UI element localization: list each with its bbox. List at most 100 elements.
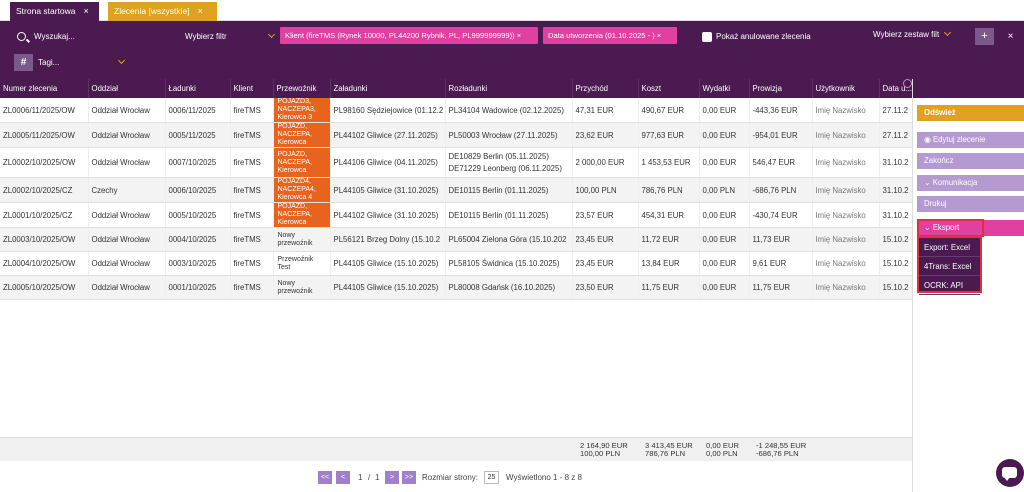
export-highlight [917, 219, 984, 237]
search-icon [17, 32, 26, 42]
loads: 0004/10/2025 [165, 227, 231, 252]
loading: PL44102 Gliwice (27.11.2025) [330, 122, 446, 148]
expenses: 0,00 PLN [699, 177, 750, 203]
expenses: 0,00 EUR [699, 227, 750, 252]
totals-row: 2 164,90 EUR 100,00 PLN 3 413,45 EUR 786,7… [0, 437, 912, 461]
created-date: 15.10.2 [879, 275, 913, 300]
unloading: PL50003 Wrocław (27.11.2025) [445, 122, 573, 148]
export-ocrk-item[interactable]: OCRK: API [919, 276, 980, 295]
next-page-button[interactable]: > [385, 471, 399, 484]
prev-page-button[interactable]: < [336, 471, 350, 484]
revenue: 23,57 EUR [572, 202, 639, 228]
chat-icon[interactable] [996, 459, 1024, 487]
unloading: DE10115 Berlin (01.11.2025) [445, 202, 573, 228]
tab-orders-all[interactable]: Zlecenia [wszystkie] × [108, 2, 217, 21]
checkbox-box[interactable] [702, 32, 712, 42]
gear-icon[interactable] [903, 79, 912, 88]
filter-chip-client[interactable]: Klient (fireTMS (Rynek 10000, PL44200 Ry… [280, 27, 538, 44]
branch: Oddział Wrocław [88, 98, 166, 123]
page-size-input[interactable]: 25 [484, 471, 499, 484]
add-filter-set-button[interactable]: + [975, 28, 994, 45]
expenses: 0,00 EUR [699, 251, 750, 276]
user: Imię Nazwisko [812, 122, 880, 148]
carrier: POJAZD, NACZEPA, Kierowca [273, 122, 331, 148]
first-page-button[interactable]: << [318, 471, 332, 484]
tab-start-page[interactable]: Strona startowa × [10, 2, 99, 21]
show-cancelled-checkbox[interactable]: Pokaż anulowane zlecenia [702, 32, 811, 42]
client: fireTMS [230, 202, 274, 228]
table-row[interactable]: ZL0003/10/2025/OW Oddział Wrocław 0004/1… [0, 227, 913, 252]
client: fireTMS [230, 98, 274, 123]
communication-button[interactable]: ⌄ Komunikacja [917, 175, 1024, 191]
export-excel-item[interactable]: Export: Excel [919, 238, 980, 257]
commission: -443,36 EUR [749, 98, 813, 123]
table-row[interactable]: ZL0006/11/2025/OW Oddział Wrocław 0006/1… [0, 98, 913, 123]
branch: Oddział Wrocław [88, 251, 166, 276]
order-number: ZL0003/10/2025/OW [0, 227, 89, 252]
column-header[interactable]: Wydatki [699, 79, 750, 98]
branch: Oddział Wrocław [88, 147, 166, 178]
cost: 11,75 EUR [638, 275, 700, 300]
revenue: 2 000,00 EUR [572, 147, 639, 178]
column-header[interactable]: Przychód [572, 79, 639, 98]
commission: 9,61 EUR [749, 251, 813, 276]
commission: -686,76 PLN [749, 177, 813, 203]
close-icon[interactable]: × [198, 6, 203, 16]
table-row[interactable]: ZL0002/10/2025/OW Oddział Wrocław 0007/1… [0, 147, 913, 178]
carrier: POJAZD3, NACZEPA3, Kierowca 3 [273, 98, 331, 123]
refresh-button[interactable]: Odśwież [917, 105, 1024, 121]
column-header[interactable]: Klient [230, 79, 274, 98]
total-value: 0,00 PLN [706, 449, 738, 458]
filter-select-label: Wybierz filtr [185, 32, 227, 41]
revenue: 23,50 EUR [572, 275, 639, 300]
column-header[interactable]: Ładunki [165, 79, 231, 98]
column-header[interactable]: Oddział [88, 79, 166, 98]
last-page-button[interactable]: >> [402, 471, 416, 484]
chat-bubble [1002, 467, 1017, 481]
branch: Oddział Wrocław [88, 275, 166, 300]
unloading: DE10115 Berlin (01.11.2025) [445, 177, 573, 203]
filter-chip-date[interactable]: Data utworzenia (01.10.2025 - ) × [543, 27, 677, 44]
filter-select[interactable]: Wybierz filtr [185, 30, 275, 41]
commission: 11,73 EUR [749, 227, 813, 252]
unloading-stop: DE71229 Leonberg (06.11.2025) [448, 163, 562, 173]
branch: Oddział Wrocław [88, 122, 166, 148]
created-date: 31.10.2 [879, 202, 913, 228]
clear-filters-button[interactable]: × [1001, 28, 1020, 45]
column-header[interactable]: Numer zlecenia [0, 79, 89, 98]
close-icon[interactable]: × [84, 6, 89, 16]
search-input[interactable]: Wyszukaj... [17, 32, 75, 42]
user: Imię Nazwisko [812, 147, 880, 178]
table-row[interactable]: ZL0002/10/2025/CZ Czechy 0006/10/2025 fi… [0, 177, 913, 203]
total-value: 100,00 PLN [580, 449, 621, 458]
filter-set-select[interactable]: Wybierz zestaw filt [873, 28, 952, 39]
order-number: ZL0002/10/2025/CZ [0, 177, 89, 203]
created-date: 27.11.2 [879, 122, 913, 148]
total-value: 786,76 PLN [645, 449, 686, 458]
client: fireTMS [230, 251, 274, 276]
page-separator: / [368, 473, 371, 482]
export-4trans-item[interactable]: 4Trans: Excel [919, 257, 980, 276]
table-row[interactable]: ZL0005/11/2025/OW Oddział Wrocław 0005/1… [0, 122, 913, 148]
column-header[interactable]: Rozładunki [445, 79, 573, 98]
table-row[interactable]: ZL0001/10/2025/CZ Oddział Wrocław 0005/1… [0, 202, 913, 228]
cost: 1 453,53 EUR [638, 147, 700, 178]
column-header[interactable]: Prowizja [749, 79, 813, 98]
column-header[interactable]: Przewoźnik [273, 79, 331, 98]
page-size-label: Rozmiar strony: [422, 473, 479, 482]
column-header[interactable]: Koszt [638, 79, 700, 98]
table-row[interactable]: ZL0005/10/2025/OW Oddział Wrocław 0001/1… [0, 275, 913, 300]
column-header[interactable]: Użytkownik [812, 79, 880, 98]
unloading: PL58105 Świdnica (15.10.2025) [445, 251, 573, 276]
edit-order-button[interactable]: ◉ Edytuj zlecenie [917, 132, 1024, 148]
expenses: 0,00 EUR [699, 122, 750, 148]
revenue: 23,62 EUR [572, 122, 639, 148]
print-button[interactable]: Drukuj [917, 196, 1024, 212]
column-header[interactable]: Załadunki [330, 79, 446, 98]
unloading: PL34104 Wadowice (02.12.2025) [445, 98, 573, 123]
table-row[interactable]: ZL0004/10/2025/OW Oddział Wrocław 0003/1… [0, 251, 913, 276]
finish-button[interactable]: Zakończ [917, 153, 1024, 169]
order-number: ZL0005/11/2025/OW [0, 122, 89, 148]
unloading: PL65004 Zielona Góra (15.10.202 [445, 227, 573, 252]
tags-select[interactable]: Tagi... [38, 56, 126, 67]
